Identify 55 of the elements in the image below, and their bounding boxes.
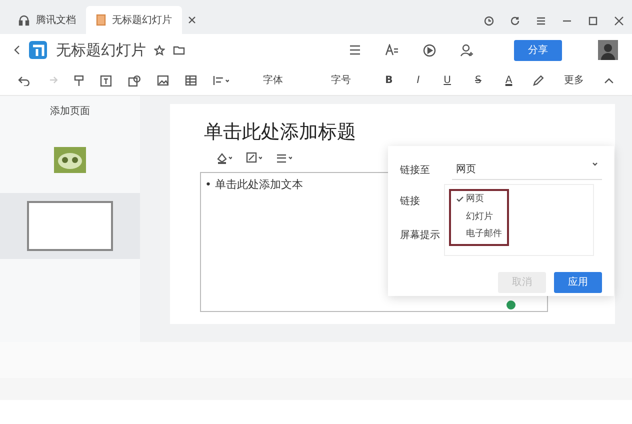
toolbar-dropdown[interactable]: 字体 (259, 73, 288, 88)
play-icon[interactable] (423, 44, 436, 56)
clock-icon[interactable] (484, 16, 494, 26)
headphones-icon (18, 14, 30, 26)
font-color-button[interactable]: A (501, 73, 516, 88)
highlighter-icon[interactable] (532, 74, 544, 86)
app-logo-icon[interactable] (28, 40, 48, 60)
back-icon[interactable] (14, 45, 20, 55)
undo-icon[interactable] (18, 76, 30, 86)
rotate-handle-icon[interactable] (506, 300, 516, 310)
refresh-icon[interactable] (510, 16, 520, 26)
menu-icon[interactable] (536, 16, 546, 26)
slide-thumbnail-row[interactable] (0, 193, 140, 259)
image-icon[interactable] (157, 75, 170, 86)
document-icon (96, 14, 106, 26)
add-page-button[interactable]: 添加页面 (46, 104, 94, 119)
text-box-icon[interactable] (100, 74, 112, 86)
collapse-icon[interactable] (604, 78, 614, 84)
table-icon[interactable] (185, 75, 198, 86)
star-icon[interactable] (154, 44, 165, 56)
menu-icon[interactable] (349, 45, 361, 55)
folder-icon[interactable] (173, 45, 185, 55)
caret-icon (592, 162, 598, 166)
add-user-icon[interactable] (460, 44, 474, 56)
align-icon[interactable] (213, 75, 230, 86)
toolbar-dropdown[interactable]: 字号 (327, 73, 356, 88)
document-title[interactable]: 无标题幻灯片 (56, 38, 146, 62)
maximize-icon[interactable] (588, 16, 598, 26)
bold-button[interactable]: B (381, 73, 397, 88)
field-label: 链接 (400, 194, 421, 208)
more-button[interactable]: 更多 (560, 73, 588, 88)
italic-button[interactable]: I (412, 73, 424, 88)
title-placeholder[interactable]: 单击此处添加标题 (204, 118, 356, 146)
dropdown-option[interactable]: 网页 (455, 193, 503, 206)
line-style-icon[interactable] (276, 152, 292, 164)
close-icon[interactable] (614, 16, 624, 26)
fill-color-icon[interactable] (216, 152, 232, 164)
dropdown-option[interactable]: 幻灯片 (455, 210, 503, 224)
field-label: 屏幕提示 (400, 228, 441, 242)
avatar-icon[interactable] (598, 40, 618, 60)
dialog-button[interactable]: 应用 (554, 272, 602, 293)
slide-thumbnail[interactable] (27, 201, 113, 251)
text-format-icon[interactable] (385, 44, 399, 56)
format-painter-icon[interactable] (74, 74, 84, 86)
dropdown-option[interactable]: 电子邮件 (455, 228, 503, 242)
shape-icon[interactable] (128, 74, 142, 86)
strikethrough-button[interactable]: S (471, 73, 486, 88)
close-icon[interactable] (188, 16, 196, 24)
link-type-select[interactable]: 网页 (452, 160, 602, 180)
underline-button[interactable]: U (440, 73, 455, 88)
tab[interactable]: 腾讯文档 (8, 6, 86, 34)
border-color-icon[interactable] (246, 152, 262, 164)
check-icon (456, 196, 464, 202)
tab[interactable]: 无标题幻灯片 (86, 6, 182, 34)
share-button[interactable]: 分享 (514, 40, 562, 60)
